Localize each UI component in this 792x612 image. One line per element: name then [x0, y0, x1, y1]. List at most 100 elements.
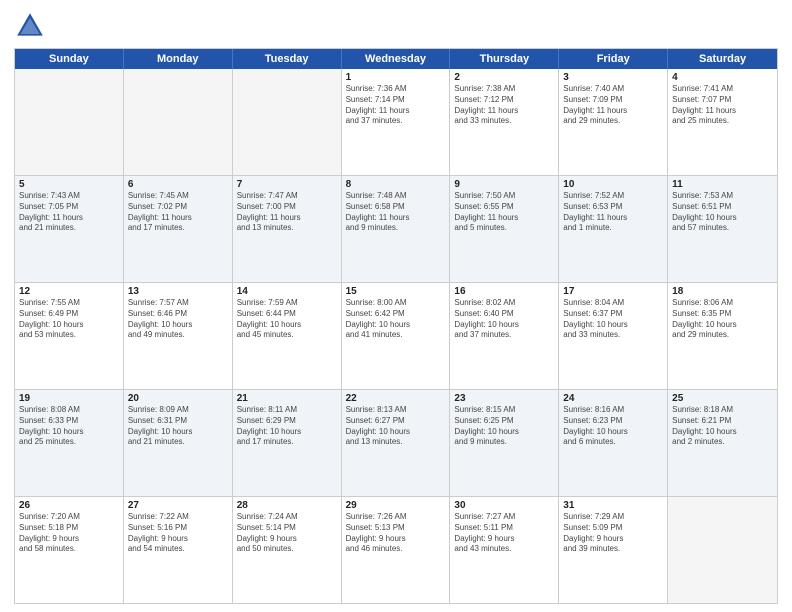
day-number: 2: [454, 72, 554, 83]
day-number: 8: [346, 179, 446, 190]
calendar-cell: 13Sunrise: 7:57 AM Sunset: 6:46 PM Dayli…: [124, 283, 233, 389]
calendar-cell: 25Sunrise: 8:18 AM Sunset: 6:21 PM Dayli…: [668, 390, 777, 496]
calendar-cell: 10Sunrise: 7:52 AM Sunset: 6:53 PM Dayli…: [559, 176, 668, 282]
day-number: 7: [237, 179, 337, 190]
day-number: 21: [237, 393, 337, 404]
calendar-week: 19Sunrise: 8:08 AM Sunset: 6:33 PM Dayli…: [15, 390, 777, 497]
day-info: Sunrise: 7:47 AM Sunset: 7:00 PM Dayligh…: [237, 191, 337, 234]
day-info: Sunrise: 7:41 AM Sunset: 7:07 PM Dayligh…: [672, 84, 773, 127]
calendar-cell: 19Sunrise: 8:08 AM Sunset: 6:33 PM Dayli…: [15, 390, 124, 496]
day-number: 15: [346, 286, 446, 297]
calendar-week: 5Sunrise: 7:43 AM Sunset: 7:05 PM Daylig…: [15, 176, 777, 283]
day-number: 29: [346, 500, 446, 511]
calendar-cell: 1Sunrise: 7:36 AM Sunset: 7:14 PM Daylig…: [342, 69, 451, 175]
calendar-cell: 31Sunrise: 7:29 AM Sunset: 5:09 PM Dayli…: [559, 497, 668, 603]
day-number: 20: [128, 393, 228, 404]
day-info: Sunrise: 8:06 AM Sunset: 6:35 PM Dayligh…: [672, 298, 773, 341]
day-number: 18: [672, 286, 773, 297]
header: [14, 10, 778, 42]
logo-icon: [14, 10, 46, 42]
calendar-cell: 23Sunrise: 8:15 AM Sunset: 6:25 PM Dayli…: [450, 390, 559, 496]
calendar-cell: 17Sunrise: 8:04 AM Sunset: 6:37 PM Dayli…: [559, 283, 668, 389]
day-number: 3: [563, 72, 663, 83]
calendar-cell: 9Sunrise: 7:50 AM Sunset: 6:55 PM Daylig…: [450, 176, 559, 282]
day-info: Sunrise: 7:40 AM Sunset: 7:09 PM Dayligh…: [563, 84, 663, 127]
day-number: 1: [346, 72, 446, 83]
day-number: 31: [563, 500, 663, 511]
weekday-header: Sunday: [15, 49, 124, 69]
calendar-cell: [233, 69, 342, 175]
day-number: 10: [563, 179, 663, 190]
day-info: Sunrise: 8:00 AM Sunset: 6:42 PM Dayligh…: [346, 298, 446, 341]
calendar-header: SundayMondayTuesdayWednesdayThursdayFrid…: [15, 49, 777, 69]
day-number: 27: [128, 500, 228, 511]
calendar-cell: [15, 69, 124, 175]
weekday-header: Friday: [559, 49, 668, 69]
day-info: Sunrise: 7:55 AM Sunset: 6:49 PM Dayligh…: [19, 298, 119, 341]
day-info: Sunrise: 8:13 AM Sunset: 6:27 PM Dayligh…: [346, 405, 446, 448]
day-number: 13: [128, 286, 228, 297]
calendar-cell: 3Sunrise: 7:40 AM Sunset: 7:09 PM Daylig…: [559, 69, 668, 175]
calendar-cell: 8Sunrise: 7:48 AM Sunset: 6:58 PM Daylig…: [342, 176, 451, 282]
calendar-cell: 6Sunrise: 7:45 AM Sunset: 7:02 PM Daylig…: [124, 176, 233, 282]
day-info: Sunrise: 7:53 AM Sunset: 6:51 PM Dayligh…: [672, 191, 773, 234]
day-info: Sunrise: 7:29 AM Sunset: 5:09 PM Dayligh…: [563, 512, 663, 555]
day-info: Sunrise: 7:59 AM Sunset: 6:44 PM Dayligh…: [237, 298, 337, 341]
calendar-week: 1Sunrise: 7:36 AM Sunset: 7:14 PM Daylig…: [15, 69, 777, 176]
day-info: Sunrise: 8:16 AM Sunset: 6:23 PM Dayligh…: [563, 405, 663, 448]
day-number: 19: [19, 393, 119, 404]
day-number: 6: [128, 179, 228, 190]
calendar-cell: 5Sunrise: 7:43 AM Sunset: 7:05 PM Daylig…: [15, 176, 124, 282]
weekday-header: Wednesday: [342, 49, 451, 69]
calendar-cell: 24Sunrise: 8:16 AM Sunset: 6:23 PM Dayli…: [559, 390, 668, 496]
day-info: Sunrise: 7:24 AM Sunset: 5:14 PM Dayligh…: [237, 512, 337, 555]
calendar-cell: 28Sunrise: 7:24 AM Sunset: 5:14 PM Dayli…: [233, 497, 342, 603]
day-info: Sunrise: 7:48 AM Sunset: 6:58 PM Dayligh…: [346, 191, 446, 234]
day-info: Sunrise: 7:20 AM Sunset: 5:18 PM Dayligh…: [19, 512, 119, 555]
day-info: Sunrise: 8:09 AM Sunset: 6:31 PM Dayligh…: [128, 405, 228, 448]
calendar-cell: 27Sunrise: 7:22 AM Sunset: 5:16 PM Dayli…: [124, 497, 233, 603]
day-info: Sunrise: 7:26 AM Sunset: 5:13 PM Dayligh…: [346, 512, 446, 555]
calendar-cell: 30Sunrise: 7:27 AM Sunset: 5:11 PM Dayli…: [450, 497, 559, 603]
day-info: Sunrise: 7:27 AM Sunset: 5:11 PM Dayligh…: [454, 512, 554, 555]
day-number: 23: [454, 393, 554, 404]
day-number: 16: [454, 286, 554, 297]
day-number: 11: [672, 179, 773, 190]
weekday-header: Saturday: [668, 49, 777, 69]
calendar-cell: 15Sunrise: 8:00 AM Sunset: 6:42 PM Dayli…: [342, 283, 451, 389]
day-info: Sunrise: 7:43 AM Sunset: 7:05 PM Dayligh…: [19, 191, 119, 234]
day-number: 5: [19, 179, 119, 190]
calendar-cell: 22Sunrise: 8:13 AM Sunset: 6:27 PM Dayli…: [342, 390, 451, 496]
day-info: Sunrise: 7:45 AM Sunset: 7:02 PM Dayligh…: [128, 191, 228, 234]
calendar-cell: 20Sunrise: 8:09 AM Sunset: 6:31 PM Dayli…: [124, 390, 233, 496]
day-info: Sunrise: 8:02 AM Sunset: 6:40 PM Dayligh…: [454, 298, 554, 341]
day-info: Sunrise: 8:15 AM Sunset: 6:25 PM Dayligh…: [454, 405, 554, 448]
day-info: Sunrise: 7:50 AM Sunset: 6:55 PM Dayligh…: [454, 191, 554, 234]
weekday-header: Tuesday: [233, 49, 342, 69]
calendar-cell: 4Sunrise: 7:41 AM Sunset: 7:07 PM Daylig…: [668, 69, 777, 175]
day-info: Sunrise: 8:04 AM Sunset: 6:37 PM Dayligh…: [563, 298, 663, 341]
calendar-cell: [668, 497, 777, 603]
calendar-cell: 11Sunrise: 7:53 AM Sunset: 6:51 PM Dayli…: [668, 176, 777, 282]
day-number: 24: [563, 393, 663, 404]
calendar-cell: [124, 69, 233, 175]
calendar-week: 12Sunrise: 7:55 AM Sunset: 6:49 PM Dayli…: [15, 283, 777, 390]
weekday-header: Monday: [124, 49, 233, 69]
calendar-cell: 7Sunrise: 7:47 AM Sunset: 7:00 PM Daylig…: [233, 176, 342, 282]
calendar-cell: 18Sunrise: 8:06 AM Sunset: 6:35 PM Dayli…: [668, 283, 777, 389]
day-number: 17: [563, 286, 663, 297]
day-info: Sunrise: 8:18 AM Sunset: 6:21 PM Dayligh…: [672, 405, 773, 448]
day-number: 30: [454, 500, 554, 511]
day-info: Sunrise: 7:38 AM Sunset: 7:12 PM Dayligh…: [454, 84, 554, 127]
calendar-cell: 26Sunrise: 7:20 AM Sunset: 5:18 PM Dayli…: [15, 497, 124, 603]
calendar-cell: 14Sunrise: 7:59 AM Sunset: 6:44 PM Dayli…: [233, 283, 342, 389]
day-number: 9: [454, 179, 554, 190]
calendar-cell: 16Sunrise: 8:02 AM Sunset: 6:40 PM Dayli…: [450, 283, 559, 389]
calendar-cell: 29Sunrise: 7:26 AM Sunset: 5:13 PM Dayli…: [342, 497, 451, 603]
day-number: 12: [19, 286, 119, 297]
calendar-week: 26Sunrise: 7:20 AM Sunset: 5:18 PM Dayli…: [15, 497, 777, 603]
day-number: 26: [19, 500, 119, 511]
day-number: 4: [672, 72, 773, 83]
calendar-cell: 2Sunrise: 7:38 AM Sunset: 7:12 PM Daylig…: [450, 69, 559, 175]
day-number: 22: [346, 393, 446, 404]
